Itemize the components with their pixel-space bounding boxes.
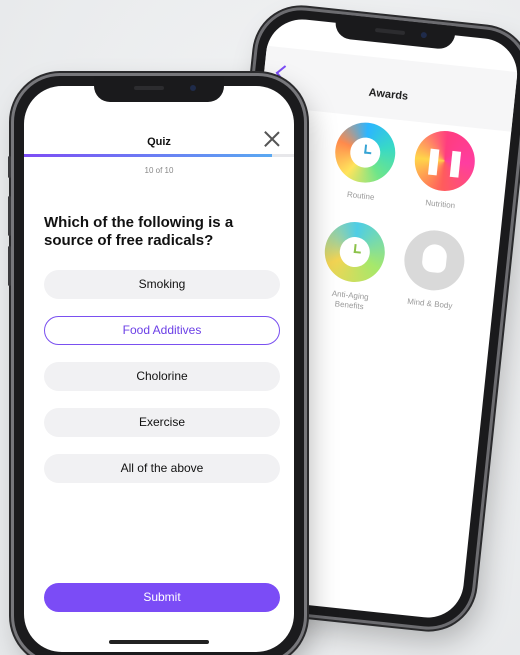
progress-bar [24,154,294,157]
answer-options: Smoking Food Additives Cholorine Exercise Al… [44,270,280,500]
page-title: Quiz [147,136,171,148]
answer-option[interactable]: Cholorine [44,362,280,391]
award-badge [401,227,468,294]
award-badge: ❚❚ [411,127,478,194]
award-nutrition[interactable]: ❚❚ Nutrition [409,127,479,213]
question-text: Which of the following is a source of fr… [44,214,234,249]
quiz-screen: Quiz 10 of 10 Which of the following is … [24,86,294,652]
answer-option[interactable]: Exercise [44,408,280,437]
close-icon[interactable] [262,129,282,149]
award-mind-body[interactable]: Mind & Body [398,227,468,312]
volume-down-button [8,246,11,286]
head-icon [421,243,448,274]
quiz-phone: Quiz 10 of 10 Which of the following is … [8,76,304,655]
home-indicator [109,640,209,644]
award-label: Nutrition [424,198,456,211]
award-anti-aging[interactable]: Anti-Aging Benefits [318,219,389,314]
volume-up-button [8,196,11,236]
answer-option[interactable]: Smoking [44,270,280,299]
mute-switch [8,156,11,178]
submit-button[interactable]: Submit [44,583,280,612]
award-label: Mind & Body [406,296,453,311]
answer-option[interactable]: Food Additives [44,316,280,345]
progress-text: 10 of 10 [144,166,174,175]
award-label: Anti-Aging Benefits [331,288,370,312]
award-badge [321,219,388,286]
answer-option[interactable]: All of the above [44,454,280,483]
fork-knife-icon: ❚❚ [421,143,469,179]
award-badge [332,119,399,186]
progress-fill [24,154,273,157]
award-label: Routine [346,189,375,202]
award-routine[interactable]: Routine [329,119,399,205]
marketing-stage: Awards Routine ❚❚ Nutrition Anti-Aging B… [0,0,520,655]
phone-notch [94,76,224,102]
